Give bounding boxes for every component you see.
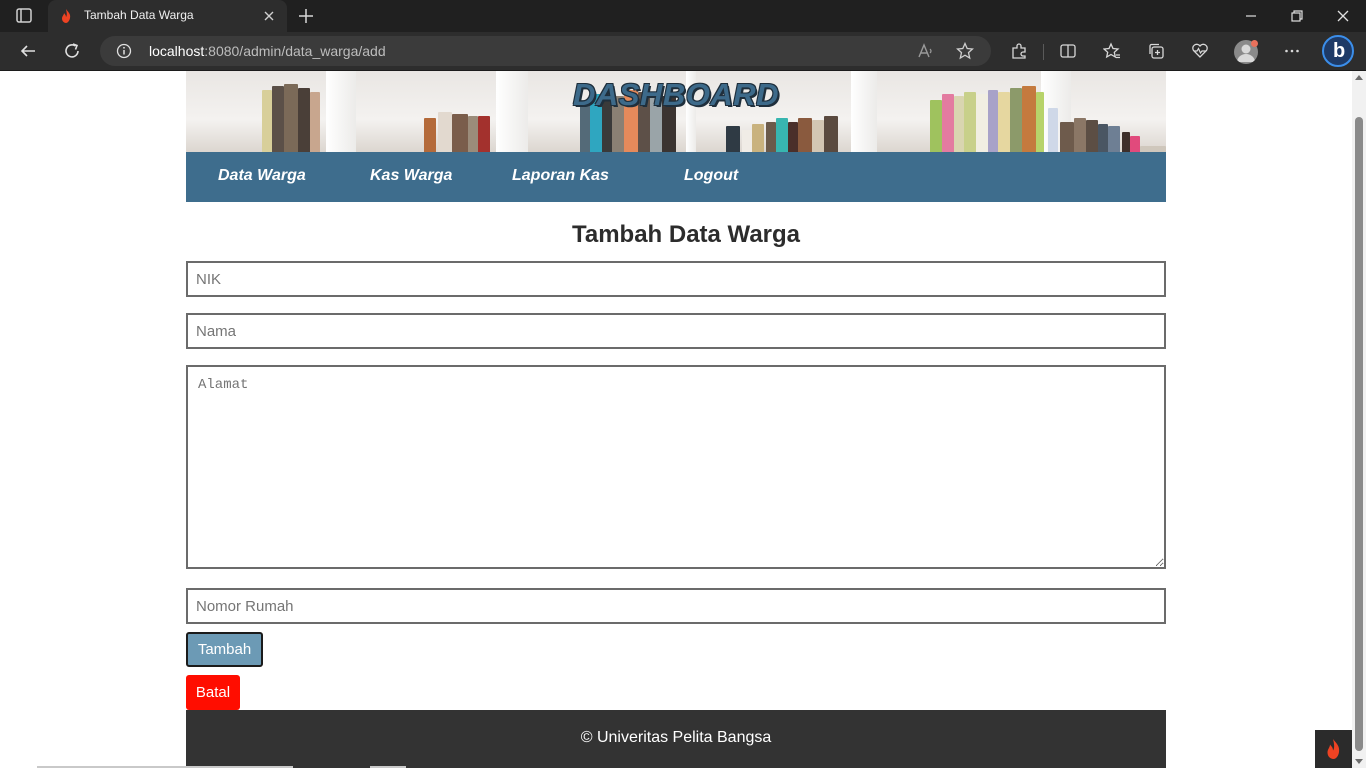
tambah-button[interactable]: Tambah <box>186 632 263 667</box>
nav-item-data-warga[interactable]: Data Warga <box>218 167 306 185</box>
header-banner: DASHBOARD <box>186 71 1166 152</box>
read-aloud-icon[interactable] <box>917 42 935 60</box>
refresh-icon[interactable] <box>62 41 82 61</box>
nomor-rumah-input[interactable] <box>186 588 1166 624</box>
nav-item-kas-warga[interactable]: Kas Warga <box>370 167 452 185</box>
url-path: :8080/admin/data_warga/add <box>204 43 386 59</box>
restore-icon[interactable] <box>1287 6 1307 26</box>
page-scrollbar[interactable] <box>1352 71 1366 768</box>
favorite-star-icon[interactable] <box>955 41 975 60</box>
browser-titlebar: Tambah Data Warga <box>0 0 1366 32</box>
split-screen-icon[interactable] <box>1059 42 1077 60</box>
banner-title: DASHBOARD <box>573 77 779 112</box>
page-footer: © Univeritas Pelita Bangsa <box>186 710 1166 768</box>
alamat-textarea[interactable] <box>186 365 1166 569</box>
back-arrow-icon[interactable] <box>18 41 38 61</box>
site-info-icon[interactable] <box>116 43 132 59</box>
scrollbar-thumb[interactable] <box>1355 117 1363 751</box>
debug-toolbar-flame-icon[interactable] <box>1315 730 1352 768</box>
copilot-icon[interactable]: b <box>1322 35 1354 67</box>
url-text[interactable]: localhost:8080/admin/data_warga/add <box>149 43 386 59</box>
main-navbar: Data Warga Kas Warga Laporan Kas Logout <box>186 152 1166 202</box>
nama-input[interactable] <box>186 313 1166 349</box>
tab-title: Tambah Data Warga <box>84 8 194 22</box>
footer-copyright: © Univeritas Pelita Bangsa <box>580 729 772 746</box>
browser-essentials-icon[interactable] <box>1191 42 1209 60</box>
page-title: Tambah Data Warga <box>571 221 801 248</box>
browser-toolbar: localhost:8080/admin/data_warga/add b <box>0 32 1366 71</box>
new-tab-icon[interactable] <box>296 6 316 26</box>
scroll-up-arrow-icon[interactable] <box>1355 75 1363 80</box>
close-tab-icon[interactable] <box>261 8 277 24</box>
url-host: localhost <box>149 43 205 59</box>
batal-button[interactable]: Batal <box>186 675 240 710</box>
collections-icon[interactable] <box>1147 42 1165 60</box>
codeigniter-favicon-icon <box>58 8 74 24</box>
profile-notification-dot <box>1251 40 1258 47</box>
favorites-icon[interactable] <box>1102 42 1121 60</box>
extensions-icon[interactable] <box>1010 42 1028 60</box>
address-bar[interactable]: localhost:8080/admin/data_warga/add <box>100 36 991 66</box>
browser-tab-active[interactable]: Tambah Data Warga <box>48 0 287 32</box>
scroll-down-arrow-icon[interactable] <box>1355 759 1363 764</box>
minimize-icon[interactable] <box>1241 6 1261 26</box>
nav-item-laporan-kas[interactable]: Laporan Kas <box>512 167 609 185</box>
more-menu-icon[interactable] <box>1283 42 1301 60</box>
toolbar-divider <box>1043 44 1044 60</box>
tab-actions-icon[interactable] <box>10 6 38 26</box>
close-window-icon[interactable] <box>1333 6 1353 26</box>
nav-item-logout[interactable]: Logout <box>684 167 738 185</box>
page-viewport: DASHBOARD Data Warga Kas Warga Laporan K… <box>0 71 1352 768</box>
nik-input[interactable] <box>186 261 1166 297</box>
